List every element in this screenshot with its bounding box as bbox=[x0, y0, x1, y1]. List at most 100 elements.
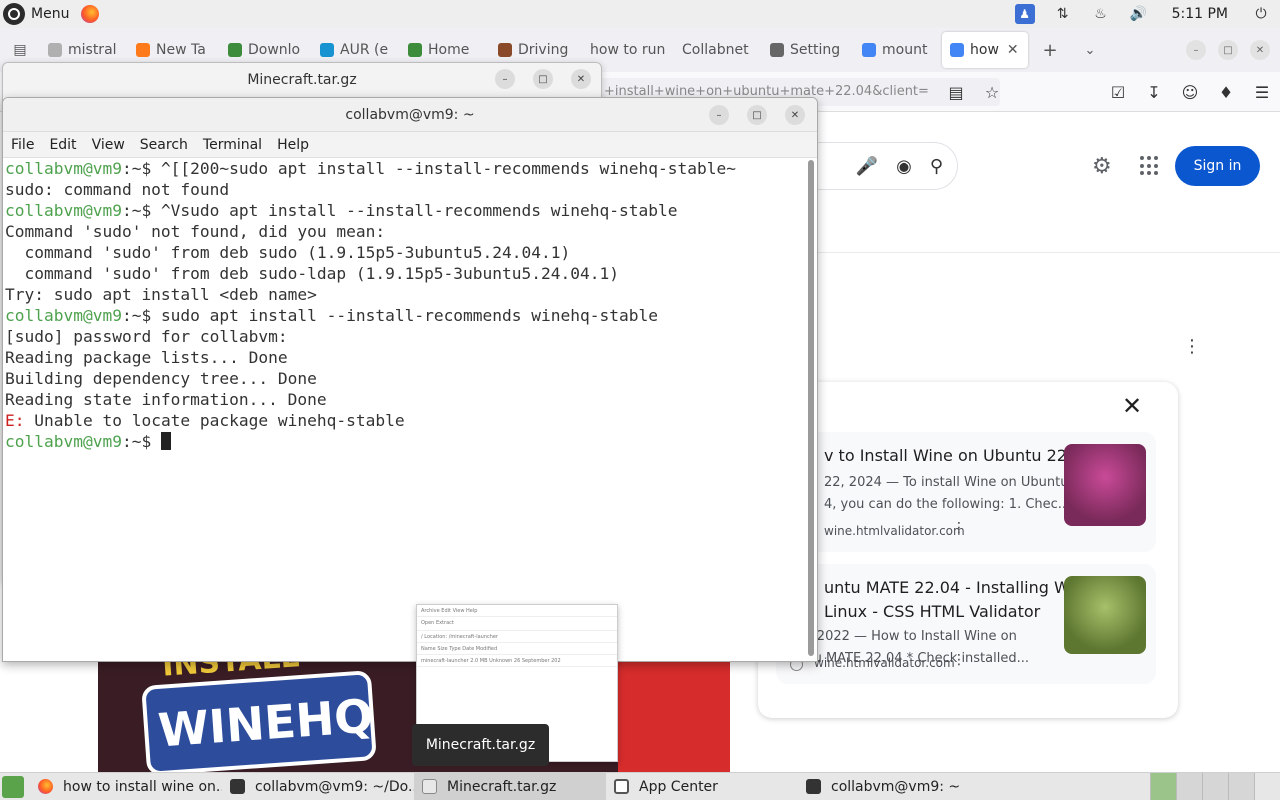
taskbar-label: Minecraft.tar.gz bbox=[447, 778, 557, 795]
window-tooltip: Minecraft.tar.gz bbox=[412, 724, 549, 766]
terminal-line: Reading state information... Done bbox=[5, 390, 327, 409]
workspace-1[interactable] bbox=[1150, 773, 1176, 800]
firefox-launcher-icon[interactable] bbox=[81, 5, 100, 23]
new-tab-button[interactable]: + bbox=[1036, 40, 1064, 61]
terminal-output[interactable]: collabvm@vm9:~$ ^[[200~sudo apt install … bbox=[5, 158, 805, 661]
settings-gear-icon[interactable]: ⚙ bbox=[1092, 154, 1112, 179]
minimize-icon[interactable]: – bbox=[1186, 40, 1206, 60]
sign-in-button[interactable]: Sign in bbox=[1175, 146, 1260, 186]
menu-search[interactable]: Search bbox=[132, 137, 195, 153]
taskbar-item-terminal-2[interactable]: collabvm@vm9: ~ bbox=[798, 773, 990, 800]
chevron-down-icon[interactable]: ⌄ bbox=[1076, 43, 1104, 58]
terminal-line: collabvm@vm9:~$ ^Vsudo apt install --ins… bbox=[5, 200, 805, 221]
clock[interactable]: 5:11 PM bbox=[1172, 6, 1228, 22]
menu-help[interactable]: Help bbox=[269, 137, 316, 153]
close-panel-icon[interactable]: ✕ bbox=[1122, 392, 1142, 420]
result-thumbnail[interactable] bbox=[1064, 576, 1146, 654]
workspace-4[interactable] bbox=[1228, 773, 1254, 800]
reader-view-icon[interactable]: ▤ bbox=[938, 83, 974, 102]
image-red-region bbox=[618, 652, 730, 772]
account-icon[interactable]: ☺ bbox=[1172, 83, 1208, 102]
ubuntu-logo-icon[interactable] bbox=[3, 3, 25, 25]
search-box[interactable]: 🎤 ◉ ⚲ bbox=[800, 142, 958, 190]
close-icon[interactable]: ✕ bbox=[571, 69, 591, 89]
terminal-line: collabvm@vm9:~$ bbox=[5, 431, 805, 452]
close-icon[interactable]: ✕ bbox=[785, 105, 805, 125]
taskbar-item-terminal-1[interactable]: collabvm@vm9: ~/Do... bbox=[222, 773, 414, 800]
command: ^Vsudo apt install --install-recommends … bbox=[160, 201, 678, 220]
voice-search-icon[interactable]: 🎤 bbox=[856, 156, 878, 177]
menu-terminal[interactable]: Terminal bbox=[195, 137, 269, 153]
close-tab-icon[interactable]: ✕ bbox=[1007, 42, 1019, 58]
power-icon[interactable]: ⏻ bbox=[1251, 4, 1271, 24]
terminal-line: command 'sudo' from deb sudo-ldap (1.9.1… bbox=[5, 264, 619, 283]
tab-list-icon[interactable]: ▤ bbox=[0, 42, 40, 58]
command: sudo apt install --install-recommends wi… bbox=[160, 306, 658, 325]
lens-search-icon[interactable]: ◉ bbox=[896, 156, 912, 177]
menu-edit[interactable]: Edit bbox=[41, 137, 83, 153]
maximize-icon[interactable]: □ bbox=[533, 69, 553, 89]
tab-label: AUR (e bbox=[340, 42, 389, 58]
maximize-icon[interactable]: □ bbox=[1218, 40, 1238, 60]
taskbar-item-app-center[interactable]: App Center bbox=[606, 773, 798, 800]
window-title[interactable]: collabvm@vm9: ~ bbox=[3, 98, 817, 132]
terminal-menubar: File Edit View Search Terminal Help bbox=[3, 132, 817, 158]
extensions-icon[interactable]: ♦ bbox=[1208, 83, 1244, 102]
prompt-path: :~$ bbox=[121, 306, 161, 325]
volume-icon[interactable]: 🔊 bbox=[1129, 4, 1149, 24]
tab-7[interactable]: Collabnet bbox=[674, 32, 762, 68]
workspace-2[interactable] bbox=[1176, 773, 1202, 800]
tab-favicon-icon bbox=[770, 43, 784, 57]
minimize-icon[interactable]: – bbox=[709, 105, 729, 125]
result-snippet: 22, 2024 — To install Wine on Ubuntu 4, … bbox=[824, 475, 1071, 512]
workspace-3[interactable] bbox=[1202, 773, 1228, 800]
minimize-icon[interactable]: – bbox=[495, 69, 515, 89]
prompt: collabvm@vm9 bbox=[5, 201, 122, 220]
more-options-icon[interactable]: ⋮ bbox=[1183, 336, 1201, 357]
close-icon[interactable]: ✕ bbox=[1250, 40, 1270, 60]
terminal-line: sudo: command not found bbox=[5, 180, 230, 199]
menu-view[interactable]: View bbox=[84, 137, 132, 153]
tab-favicon-icon bbox=[320, 43, 334, 57]
result-site[interactable]: wine.htmlvalidator.com bbox=[814, 656, 955, 670]
download-icon[interactable]: ↧ bbox=[1136, 83, 1172, 102]
tab-10-active[interactable]: how ✕ bbox=[942, 32, 1028, 68]
search-icon[interactable]: ⚲ bbox=[930, 156, 943, 177]
taskbar-label: collabvm@vm9: ~/Do... bbox=[255, 778, 414, 795]
terminal-icon bbox=[806, 779, 821, 794]
menu-file[interactable]: File bbox=[3, 137, 41, 153]
result-card[interactable]: v to Install Wine on Ubuntu 22.04 22, 20… bbox=[776, 432, 1156, 552]
terminal-line: Try: sudo apt install <deb name> bbox=[5, 285, 317, 304]
result-thumbnail[interactable] bbox=[1064, 444, 1146, 526]
tab-9[interactable]: mount bbox=[854, 32, 942, 68]
pocket-icon[interactable]: ☑ bbox=[1100, 83, 1136, 102]
tab-label: Home bbox=[428, 42, 470, 58]
bookmark-star-icon[interactable]: ☆ bbox=[974, 83, 1010, 102]
terminal-scrollbar[interactable] bbox=[808, 160, 814, 656]
prompt-path: :~$ bbox=[121, 201, 161, 220]
google-apps-icon[interactable] bbox=[1140, 156, 1160, 176]
accessibility-icon[interactable]: ♟ bbox=[1014, 4, 1035, 24]
preview-row: Open Extract bbox=[417, 617, 617, 631]
network-icon[interactable]: ⇅ bbox=[1053, 4, 1073, 24]
result-more-icon[interactable]: ⋮ bbox=[952, 652, 966, 668]
app-center-icon bbox=[614, 779, 629, 794]
preview-row: / Location: /minecraft-launcher bbox=[417, 631, 617, 643]
result-more-icon[interactable]: ⋮ bbox=[952, 520, 966, 536]
show-desktop-icon[interactable] bbox=[2, 775, 24, 798]
taskbar-item-firefox[interactable]: how to install wine on... bbox=[30, 773, 222, 800]
result-site[interactable]: wine.htmlvalidator.com bbox=[824, 524, 965, 538]
notification-bell-icon[interactable]: ♨ bbox=[1091, 4, 1111, 24]
tab-favicon-icon bbox=[498, 43, 512, 57]
maximize-icon[interactable]: □ bbox=[747, 105, 767, 125]
prompt: collabvm@vm9 bbox=[5, 159, 122, 178]
tab-label: mount bbox=[882, 42, 928, 58]
tab-8[interactable]: Setting bbox=[762, 32, 854, 68]
taskbar-item-archive[interactable]: Minecraft.tar.gz bbox=[414, 772, 606, 800]
hamburger-menu-icon[interactable]: ☰ bbox=[1244, 83, 1280, 102]
prompt: collabvm@vm9 bbox=[5, 432, 122, 451]
trash-icon[interactable] bbox=[1254, 773, 1280, 800]
result-card[interactable]: untu MATE 22.04 - Installing Wine Linux … bbox=[776, 564, 1156, 684]
menu-button[interactable]: Menu bbox=[31, 6, 69, 22]
terminal-line: Command 'sudo' not found, did you mean: bbox=[5, 222, 386, 241]
